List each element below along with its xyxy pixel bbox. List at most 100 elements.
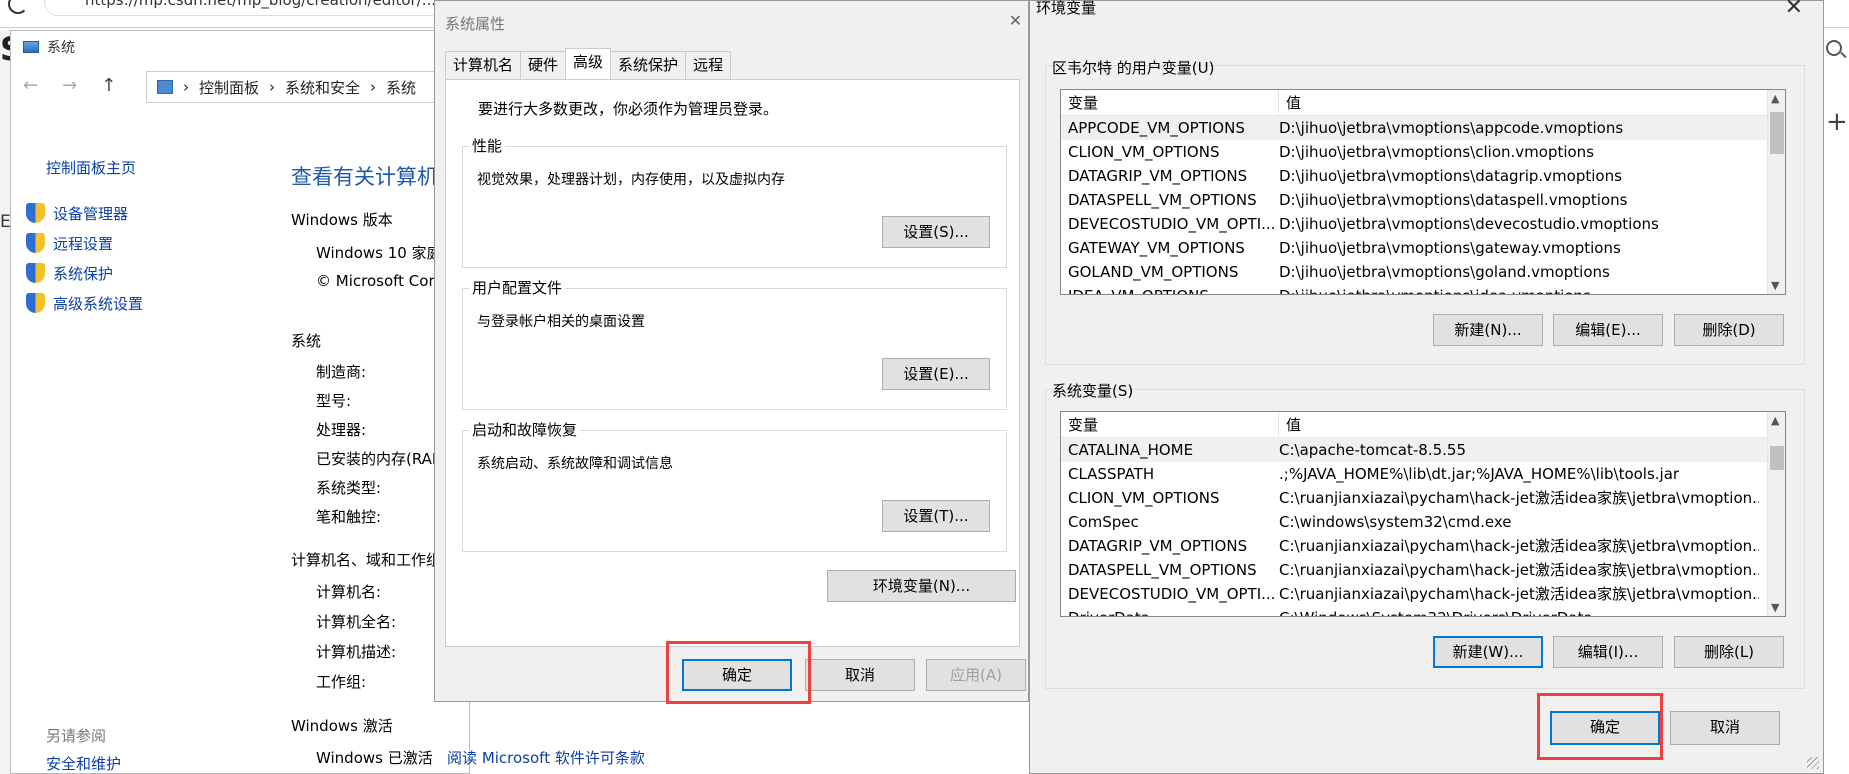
security-maintenance-link[interactable]: 安全和维护 [46,753,121,774]
back-arrow-icon[interactable]: ← [23,75,38,96]
list-item[interactable]: DEVECOSTUDIO_VM_OPTI... C:\ruanjianxiazai… [1061,582,1785,606]
scroll-down-icon[interactable]: ▼ [1771,279,1779,292]
control-panel-home-link[interactable]: 控制面板主页 [46,157,143,178]
group-label: 性能 [469,135,506,156]
performance-group: 性能 视觉效果，处理器计划，内存使用，以及虚拟内存 设置(S)... [462,135,1007,268]
performance-settings-button[interactable]: 设置(S)... [882,216,990,248]
scroll-up-icon[interactable]: ▲ [1771,92,1779,105]
model-label: 型号: [316,392,352,410]
breadcrumb-separator-icon: › [370,78,377,96]
list-item[interactable]: APPCODE_VM_OPTIONS D:\jihuo\jetbra\vmopti… [1061,116,1785,140]
scroll-up-icon[interactable]: ▲ [1771,414,1779,427]
up-arrow-icon[interactable]: ↑ [101,75,116,96]
processor-label: 处理器: [316,421,367,439]
user-variables-label: 区韦尔特 的用户变量(U) [1052,59,1215,77]
list-item[interactable]: GOLAND_VM_OPTIONS D:\jihuo\jetbra\vmoptio… [1061,260,1785,284]
shield-icon [26,203,45,223]
column-header-value[interactable]: 值 [1279,90,1301,115]
computer-description-label: 计算机描述: [316,643,397,661]
computer-name-section-label: 计算机名、域和工作组 [291,551,442,569]
user-delete-button[interactable]: 删除(D) [1674,314,1784,346]
list-item[interactable]: IDEA_VM_OPTIONSD:\jihuo\jetbra\vmoptions… [1061,284,1785,294]
system-section-label: 系统 [291,332,322,350]
cancel-button[interactable]: 取消 [805,659,915,691]
plus-icon[interactable]: + [1826,109,1848,135]
address-bar[interactable]: https://mp.csdn.net/mp_blog/creation/edi… [44,0,444,16]
sidebar-item-system-protection[interactable]: 系统保护 [26,258,143,288]
list-item[interactable]: DEVECOSTUDIO_VM_OPTI... D:\jihuo\jetbra\v… [1061,212,1785,236]
ram-label: 已安装的内存(RAM [316,450,445,468]
list-item[interactable]: DATAGRIP_VM_OPTIONS D:\jihuo\jetbra\vmopt… [1061,164,1785,188]
forward-arrow-icon[interactable]: → [62,75,77,96]
copyright: © Microsoft Cor [316,272,435,290]
column-header-variable[interactable]: 变量 [1061,412,1279,437]
breadcrumb-item[interactable]: 控制面板 [199,77,259,98]
workgroup-label: 工作组: [316,673,367,691]
scroll-down-icon[interactable]: ▼ [1771,601,1779,614]
system-variables-list[interactable]: 变量 值 CATALINA_HOME C:\apache-tomcat-8.5.5… [1060,411,1786,617]
sidebar-item-remote-settings[interactable]: 远程设置 [26,228,143,258]
list-item[interactable]: CLASSPATH .;%JAVA_HOME%\lib\dt.jar;%JAVA_… [1061,462,1785,486]
close-icon[interactable]: ✕ [1785,0,1803,20]
list-item[interactable]: DriverDataC:\Windows\System32\Drivers\Dr… [1061,606,1785,616]
list-item[interactable]: ComSpec C:\windows\system32\cmd.exe [1061,510,1785,534]
nav-buttons: ← → ↑ [23,75,116,96]
close-icon[interactable]: ✕ [1009,11,1022,30]
scrollbar[interactable]: ▲ ▼ [1767,90,1785,294]
sidebar-item-advanced-settings[interactable]: 高级系统设置 [26,288,143,318]
breadcrumb[interactable]: › 控制面板 › 系统和安全 › 系统 [146,71,476,103]
tab-computer-name[interactable]: 计算机名 [445,51,522,79]
env-cancel-button[interactable]: 取消 [1670,711,1780,745]
see-also-label: 另请参阅 [46,727,107,745]
full-computer-name-label: 计算机全名: [316,613,397,631]
shield-icon [26,293,45,313]
sidebar-item-device-manager[interactable]: 设备管理器 [26,198,143,228]
breadcrumb-separator-icon: › [269,78,276,96]
environment-variables-button[interactable]: 环境变量(N)... [827,570,1016,602]
activation-status: Windows 已激活 阅读 Microsoft 软件许可条款 [316,749,645,767]
reload-icon[interactable] [8,0,28,14]
group-label: 启动和故障恢复 [469,419,581,440]
list-item[interactable]: CATALINA_HOME C:\apache-tomcat-8.5.55 [1061,438,1785,462]
highlight-box [666,641,811,704]
column-header-variable[interactable]: 变量 [1061,90,1279,115]
tab-remote[interactable]: 远程 [685,51,732,79]
column-header-value[interactable]: 值 [1279,412,1301,437]
user-new-button[interactable]: 新建(N)... [1433,314,1543,346]
resize-grip-icon[interactable] [1807,757,1819,769]
list-item[interactable]: CLION_VM_OPTIONS C:\ruanjianxiazai\pycham… [1061,486,1785,510]
system-delete-button[interactable]: 删除(L) [1674,636,1784,668]
list-item[interactable]: DATASPELL_VM_OPTIONS C:\ruanjianxiazai\py… [1061,558,1785,582]
breadcrumb-item[interactable]: 系统 [386,77,416,98]
user-edit-button[interactable]: 编辑(E)... [1553,314,1663,346]
computer-name-label: 计算机名: [316,583,382,601]
profile-settings-button[interactable]: 设置(E)... [882,358,990,390]
search-icon[interactable] [1826,40,1842,56]
startup-settings-button[interactable]: 设置(T)... [882,500,990,532]
system-new-button[interactable]: 新建(W)... [1433,636,1543,668]
apply-button[interactable]: 应用(A) [926,659,1026,691]
system-properties-dialog: 系统属性 ✕ 计算机名 硬件 高级 系统保护 远程 要进行大多数更改，你必须作为… [434,0,1029,702]
windows-edition-label: Windows 版本 [291,211,393,229]
highlight-box [1537,693,1663,760]
group-label: 用户配置文件 [469,277,566,298]
list-header: 变量 值 [1061,90,1785,116]
scrollbar-thumb[interactable] [1770,112,1784,154]
list-item[interactable]: CLION_VM_OPTIONS D:\jihuo\jetbra\vmoption… [1061,140,1785,164]
system-edit-button[interactable]: 编辑(I)... [1553,636,1663,668]
user-variables-list[interactable]: 变量 值 APPCODE_VM_OPTIONS D:\jihuo\jetbra\v… [1060,89,1786,295]
activation-section-label: Windows 激活 [291,717,393,735]
control-panel-icon [157,80,173,94]
computer-icon [23,41,39,53]
list-item[interactable]: DATAGRIP_VM_OPTIONS C:\ruanjianxiazai\pyc… [1061,534,1785,558]
list-item[interactable]: DATASPELL_VM_OPTIONS D:\jihuo\jetbra\vmop… [1061,188,1785,212]
scrollbar-thumb[interactable] [1770,446,1784,470]
breadcrumb-item[interactable]: 系统和安全 [285,77,360,98]
list-item[interactable]: GATEWAY_VM_OPTIONS D:\jihuo\jetbra\vmopti… [1061,236,1785,260]
scrollbar[interactable]: ▲ ▼ [1767,412,1785,616]
group-description: 视觉效果，处理器计划，内存使用，以及虚拟内存 [477,172,785,188]
license-terms-link[interactable]: 阅读 Microsoft 软件许可条款 [447,749,645,767]
tab-advanced[interactable]: 高级 [565,48,612,80]
tab-hardware[interactable]: 硬件 [520,51,567,79]
tab-system-protection[interactable]: 系统保护 [610,51,687,79]
